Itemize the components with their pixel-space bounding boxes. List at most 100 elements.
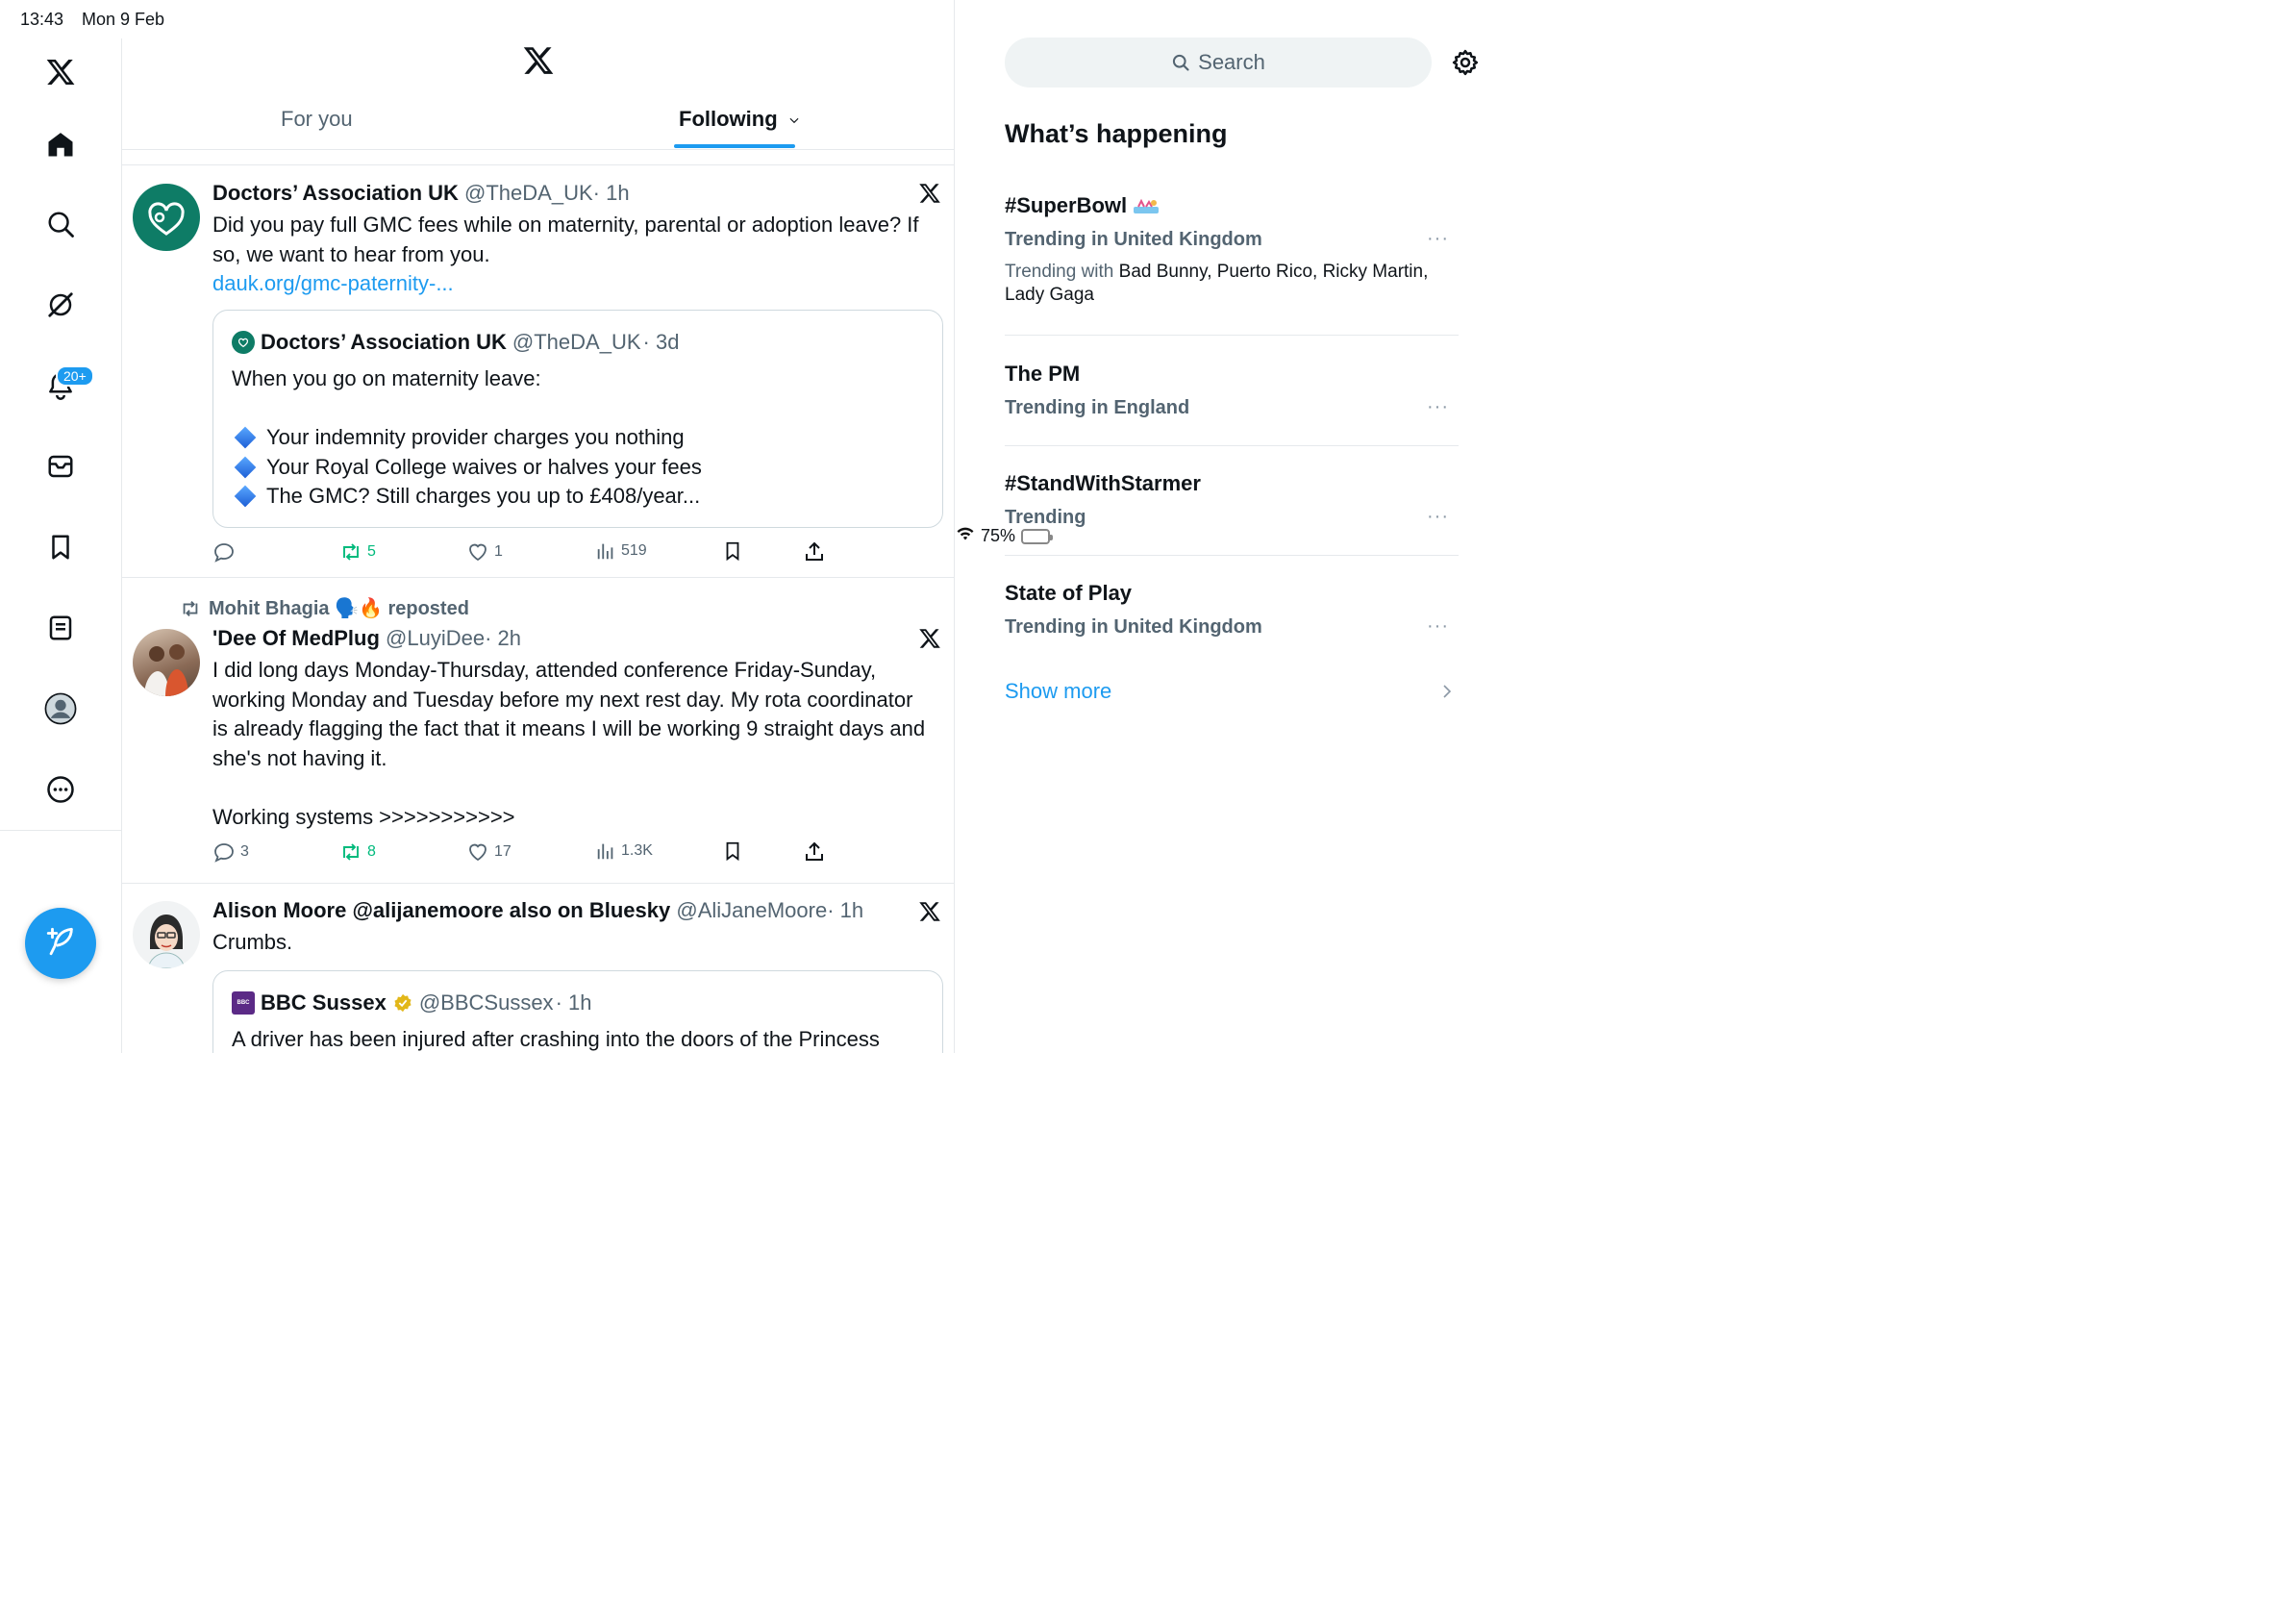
views-button[interactable]: 519 [595, 540, 647, 562]
tweet-header: Doctors’ Association UK @TheDA_UK· 1h [212, 181, 630, 206]
quoted-tweet[interactable]: Doctors’ Association UK @TheDA_UK · 3d Wh… [212, 310, 943, 528]
compose-post-button[interactable] [25, 908, 96, 979]
heart-stethoscope-logo-icon [148, 202, 185, 236]
trend-more-icon[interactable]: ··· [1427, 615, 1449, 638]
bookmark-icon [726, 541, 739, 562]
like-count: 1 [494, 543, 503, 560]
right-sidebar: Search What’s happening #SuperBowl Trend… [956, 0, 1503, 1053]
trend-related: Trending with Bad Bunny, Puerto Rico, Ri… [1005, 261, 1457, 307]
like-button[interactable]: 17 [466, 840, 512, 864]
repost-count: 8 [367, 843, 376, 860]
nav-divider [0, 830, 122, 831]
author-name[interactable]: Doctors’ Association UK [212, 181, 459, 205]
views-button[interactable]: 1.3K [595, 840, 653, 862]
blue-diamond-icon [234, 485, 257, 508]
quote-author-handle: @BBCSussex [418, 990, 554, 1015]
tweet-link[interactable]: dauk.org/gmc-paternity-... [212, 269, 943, 299]
tab-for-you[interactable]: For you [281, 107, 353, 132]
home-icon[interactable] [40, 124, 81, 164]
cartoon-avatar-icon [147, 915, 186, 968]
trend-item[interactable]: #StandWithStarmer Trending ··· [1005, 465, 1459, 556]
tweet-text-line: I did long days Monday-Thursday, attende… [212, 658, 877, 682]
tweet-time[interactable]: · 2h [485, 626, 521, 650]
tweet[interactable]: Alison Moore @alijanemoore also on Blues… [122, 885, 954, 1053]
repost-icon [183, 600, 198, 616]
tweet-actions: 3 8 17 1.3K [212, 840, 847, 865]
quoted-tweet[interactable]: BBC BBC Sussex @BBCSussex · 1h A driver h… [212, 970, 943, 1053]
like-button[interactable]: 1 [466, 540, 503, 564]
author-handle[interactable]: @AliJaneMoore [676, 898, 827, 922]
trend-name: The PM [1005, 362, 1081, 386]
search-input[interactable]: Search [1005, 38, 1432, 88]
bookmarks-icon[interactable] [40, 527, 81, 567]
quote-text-line: A driver has been injured after crashing… [232, 1027, 880, 1051]
trend-more-icon[interactable]: ··· [1427, 396, 1449, 418]
repost-button[interactable]: 8 [339, 840, 376, 864]
timeline-tabs: For you Following [122, 91, 954, 150]
avatar[interactable] [133, 184, 200, 251]
verified-badge-icon [394, 993, 412, 1013]
tweet[interactable]: Mohit Bhagia 🗣️🔥 reposted 'Dee Of MedPlu… [122, 579, 954, 884]
bookmark-button[interactable] [722, 540, 743, 562]
tweet-text: Did you pay full GMC fees while on mater… [212, 211, 943, 299]
trend-name: #SuperBowl [1005, 193, 1160, 218]
reply-icon [214, 843, 234, 863]
reply-button[interactable]: 3 [212, 840, 249, 864]
quote-time: · 3d [642, 330, 680, 354]
settings-gear-icon[interactable] [1451, 48, 1480, 82]
search-icon[interactable] [40, 204, 81, 244]
trend-more-icon[interactable]: ··· [1427, 506, 1449, 528]
tweet-header: 'Dee Of MedPlug @LuyiDee· 2h [212, 626, 521, 651]
blue-diamond-icon [234, 456, 257, 479]
author-handle[interactable]: @LuyiDee [386, 626, 485, 650]
views-count: 1.3K [621, 842, 653, 859]
more-options-icon[interactable] [40, 769, 81, 810]
tweet[interactable]: Doctors’ Association UK @TheDA_UK· 1h Di… [122, 165, 954, 578]
share-button[interactable] [803, 540, 826, 564]
views-chart-icon [597, 543, 613, 560]
show-more-link[interactable]: Show more [1005, 679, 1111, 704]
quote-bullet-line: Your Royal College waives or halves your… [232, 453, 924, 483]
trend-more-icon[interactable]: ··· [1427, 228, 1449, 250]
repost-count: 5 [367, 543, 376, 560]
quote-author-handle: @TheDA_UK [512, 330, 641, 354]
author-name[interactable]: Alison Moore @alijanemoore also on Blues… [212, 898, 670, 922]
repost-button[interactable]: 5 [339, 540, 376, 564]
author-handle[interactable]: @TheDA_UK [464, 181, 593, 205]
reply-button[interactable] [212, 540, 236, 564]
avatar[interactable] [133, 901, 200, 968]
reposted-by[interactable]: Mohit Bhagia 🗣️🔥 reposted [180, 596, 469, 620]
trend-context: Trending in United Kingdom [1005, 229, 1262, 250]
trend-name: #StandWithStarmer [1005, 471, 1201, 495]
like-count: 17 [494, 843, 512, 860]
trend-item[interactable]: The PM Trending in England ··· [1005, 356, 1459, 446]
tab-following[interactable]: Following [679, 107, 801, 132]
tweet-time[interactable]: · 1h [827, 898, 863, 922]
avatar[interactable] [133, 629, 200, 696]
search-placeholder: Search [1198, 50, 1265, 74]
tweet-time[interactable]: · 1h [593, 181, 630, 205]
tweet-header: Alison Moore @alijanemoore also on Blues… [212, 898, 863, 923]
quote-bullet-line: Your indemnity provider charges you noth… [232, 423, 924, 453]
x-logo-icon[interactable] [40, 52, 81, 92]
profile-avatar-icon[interactable] [40, 689, 81, 729]
bookmark-button[interactable] [722, 840, 743, 862]
heart-icon [469, 843, 487, 862]
quote-text: A driver has been injured after crashing… [232, 1025, 924, 1053]
bookmark-icon [726, 841, 739, 862]
trend-context: Trending [1005, 507, 1086, 528]
tweet-text-line: so, we want to hear from you. [212, 241, 490, 266]
x-header-logo-icon[interactable] [522, 44, 555, 82]
lists-icon[interactable] [40, 608, 81, 648]
trend-item[interactable]: #SuperBowl Trending in United Kingdom ··… [1005, 188, 1459, 336]
x-source-icon [918, 627, 941, 655]
grok-icon[interactable] [40, 285, 81, 325]
share-button[interactable] [803, 840, 826, 864]
reply-count: 3 [240, 843, 249, 860]
trend-item[interactable]: State of Play Trending in United Kingdom… [1005, 575, 1459, 664]
active-tab-indicator [674, 144, 795, 148]
people-photo-icon [144, 644, 188, 696]
author-name[interactable]: 'Dee Of MedPlug [212, 626, 380, 650]
messages-icon[interactable] [40, 446, 81, 487]
timeline: For you Following Doctors’ Association U… [122, 0, 955, 1053]
